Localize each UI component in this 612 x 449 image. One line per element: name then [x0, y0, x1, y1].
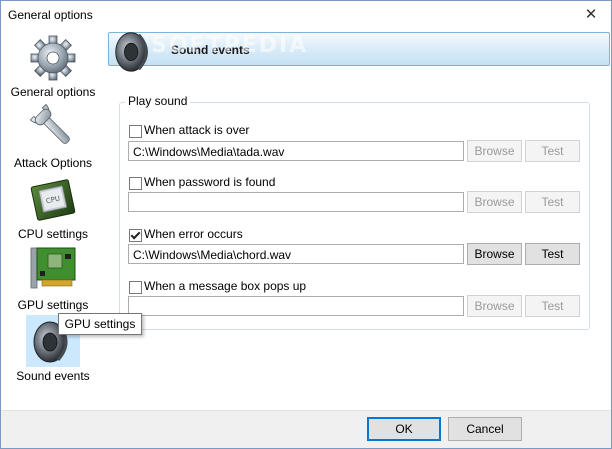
cancel-button[interactable]: Cancel [448, 417, 522, 441]
event-checkbox-password-found[interactable]: When password is found [129, 175, 329, 192]
sidebar-item-label: General options [10, 85, 96, 99]
speaker-icon [115, 32, 148, 72]
test-button[interactable]: Test [525, 140, 580, 162]
window-title: General options [8, 8, 93, 22]
checkbox[interactable] [129, 281, 142, 294]
gpu-card-icon [30, 247, 76, 289]
sound-path-field[interactable]: C:\Windows\Media\chord.wav [128, 244, 464, 264]
sound-path-field[interactable] [128, 192, 464, 212]
checkbox[interactable] [129, 125, 142, 138]
sidebar-item-cpu-settings[interactable]: CPU CPU settings [1, 170, 105, 241]
sound-path-field[interactable] [128, 296, 464, 316]
tooltip: GPU settings [58, 313, 142, 335]
ok-button[interactable]: OK [367, 417, 441, 441]
checkbox-label: When a message box pops up [144, 279, 307, 293]
wrench-icon [29, 103, 70, 144]
browse-button[interactable]: Browse [467, 191, 522, 213]
section-header: Sound events [108, 32, 610, 72]
event-checkbox-attack-over[interactable]: When attack is over [129, 123, 329, 140]
section-title: Sound events [171, 43, 250, 57]
gear-icon [30, 35, 76, 81]
sidebar-item-label: Attack Options [13, 156, 93, 170]
test-button[interactable]: Test [525, 191, 580, 213]
browse-button[interactable]: Browse [467, 243, 522, 265]
checkbox[interactable] [129, 177, 142, 190]
sidebar-item-general-options[interactable]: General options [1, 28, 105, 99]
group-legend: Play sound [125, 94, 191, 108]
sidebar-item-attack-options[interactable]: Attack Options [1, 99, 105, 170]
test-button[interactable]: Test [525, 243, 580, 265]
checkbox-label: When password is found [144, 175, 276, 189]
event-checkbox-message-box[interactable]: When a message box pops up [129, 279, 349, 296]
sound-path-field[interactable]: C:\Windows\Media\tada.wav [128, 141, 464, 161]
sidebar-item-label: GPU settings [17, 298, 89, 312]
options-dialog: General options ✕ General options Attack… [0, 0, 612, 449]
event-checkbox-error-occurs[interactable]: When error occurs [129, 227, 329, 244]
sidebar-item-label: CPU settings [17, 227, 89, 241]
cpu-chip-icon: CPU [30, 179, 76, 221]
sidebar-item-gpu-settings[interactable]: GPU settings [1, 241, 105, 312]
test-button[interactable]: Test [525, 295, 580, 317]
browse-button[interactable]: Browse [467, 295, 522, 317]
browse-button[interactable]: Browse [467, 140, 522, 162]
checkbox-label: When attack is over [144, 123, 250, 137]
checkbox[interactable] [129, 229, 142, 242]
sidebar-item-label: Sound events [16, 369, 90, 383]
checkbox-label: When error occurs [144, 227, 243, 241]
title-bar: General options ✕ [1, 1, 611, 28]
close-button[interactable]: ✕ [571, 1, 611, 28]
